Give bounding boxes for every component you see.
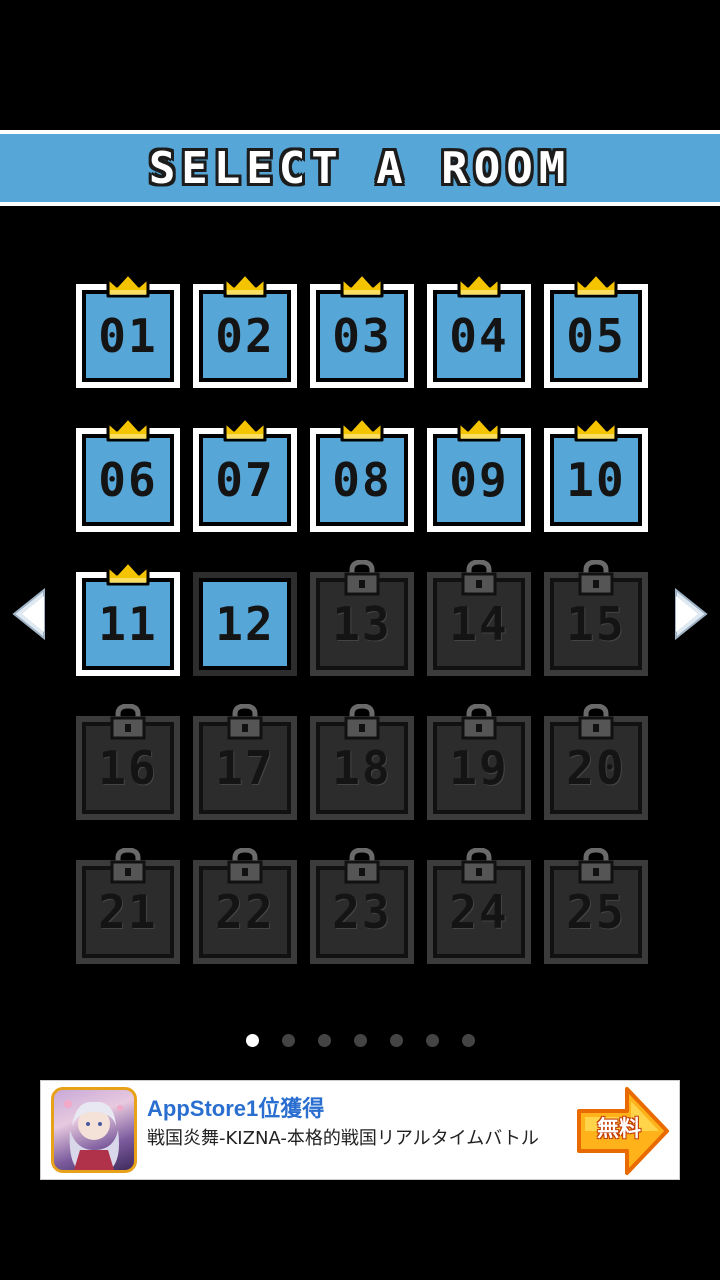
crown-icon bbox=[106, 560, 150, 586]
room-tile-21: 21 bbox=[76, 847, 180, 964]
ad-banner[interactable]: AppStore1位獲得 戦国炎舞-KIZNA-本格的戦国リアルタイムバトル 無… bbox=[40, 1080, 680, 1180]
crown-icon bbox=[106, 416, 150, 442]
room-tile-04[interactable]: 04 bbox=[427, 272, 531, 388]
room-number: 05 bbox=[544, 284, 648, 388]
room-tile-22: 22 bbox=[193, 847, 297, 964]
room-number: 10 bbox=[544, 428, 648, 532]
room-tile-12[interactable]: 12 bbox=[193, 572, 297, 676]
page-dot-2[interactable] bbox=[282, 1034, 295, 1047]
room-number: 02 bbox=[193, 284, 297, 388]
page-dot-4[interactable] bbox=[354, 1034, 367, 1047]
room-number: 11 bbox=[76, 572, 180, 676]
lock-icon bbox=[576, 847, 616, 884]
room-grid: 01 02 03 04 05 06 07 08 09 10 11 12 13 14 15 16 17 18 19 20… bbox=[0, 0, 720, 1000]
room-tile-19: 19 bbox=[427, 703, 531, 820]
lock-icon bbox=[342, 847, 382, 884]
room-number: 09 bbox=[427, 428, 531, 532]
room-tile-20: 20 bbox=[544, 703, 648, 820]
room-number: 01 bbox=[76, 284, 180, 388]
room-tile-08[interactable]: 08 bbox=[310, 416, 414, 532]
right-arrow-icon[interactable] bbox=[674, 588, 708, 640]
room-tile-24: 24 bbox=[427, 847, 531, 964]
page-dot-1[interactable] bbox=[246, 1034, 259, 1047]
lock-icon bbox=[459, 559, 499, 596]
lock-icon bbox=[225, 703, 265, 740]
crown-icon bbox=[223, 272, 267, 298]
crown-icon bbox=[457, 416, 501, 442]
lock-icon bbox=[225, 847, 265, 884]
ad-description: 戦国炎舞-KIZNA-本格的戦国リアルタイムバトル bbox=[147, 1128, 539, 1149]
room-tile-02[interactable]: 02 bbox=[193, 272, 297, 388]
room-number: 07 bbox=[193, 428, 297, 532]
game-character-icon bbox=[51, 1087, 137, 1173]
room-tile-03[interactable]: 03 bbox=[310, 272, 414, 388]
room-tile-23: 23 bbox=[310, 847, 414, 964]
room-tile-09[interactable]: 09 bbox=[427, 416, 531, 532]
room-tile-01[interactable]: 01 bbox=[76, 272, 180, 388]
room-tile-25: 25 bbox=[544, 847, 648, 964]
crown-icon bbox=[340, 416, 384, 442]
room-number: 04 bbox=[427, 284, 531, 388]
room-number: 06 bbox=[76, 428, 180, 532]
room-tile-17: 17 bbox=[193, 703, 297, 820]
ad-title: AppStore1位獲得 bbox=[147, 1096, 325, 1121]
room-tile-07[interactable]: 07 bbox=[193, 416, 297, 532]
room-tile-14: 14 bbox=[427, 559, 531, 676]
lock-icon bbox=[108, 847, 148, 884]
room-tile-13: 13 bbox=[310, 559, 414, 676]
room-tile-11[interactable]: 11 bbox=[76, 560, 180, 676]
room-tile-10[interactable]: 10 bbox=[544, 416, 648, 532]
lock-icon bbox=[459, 847, 499, 884]
room-tile-06[interactable]: 06 bbox=[76, 416, 180, 532]
crown-icon bbox=[340, 272, 384, 298]
room-tile-05[interactable]: 05 bbox=[544, 272, 648, 388]
lock-icon bbox=[459, 703, 499, 740]
crown-icon bbox=[574, 416, 618, 442]
crown-icon bbox=[223, 416, 267, 442]
crown-icon bbox=[574, 272, 618, 298]
lock-icon bbox=[576, 559, 616, 596]
ad-cta-label: 無料 bbox=[596, 1117, 641, 1142]
room-tile-16: 16 bbox=[76, 703, 180, 820]
lock-icon bbox=[342, 559, 382, 596]
room-tile-18: 18 bbox=[310, 703, 414, 820]
room-number: 12 bbox=[193, 572, 297, 676]
room-tile-15: 15 bbox=[544, 559, 648, 676]
page-dot-7[interactable] bbox=[462, 1034, 475, 1047]
left-arrow-icon[interactable] bbox=[12, 588, 46, 640]
room-number: 08 bbox=[310, 428, 414, 532]
page-indicator bbox=[0, 1034, 720, 1048]
lock-icon bbox=[108, 703, 148, 740]
page-dot-5[interactable] bbox=[390, 1034, 403, 1047]
page-dot-6[interactable] bbox=[426, 1034, 439, 1047]
room-number: 03 bbox=[310, 284, 414, 388]
crown-icon bbox=[106, 272, 150, 298]
page-dot-3[interactable] bbox=[318, 1034, 331, 1047]
lock-icon bbox=[342, 703, 382, 740]
crown-icon bbox=[457, 272, 501, 298]
lock-icon bbox=[576, 703, 616, 740]
